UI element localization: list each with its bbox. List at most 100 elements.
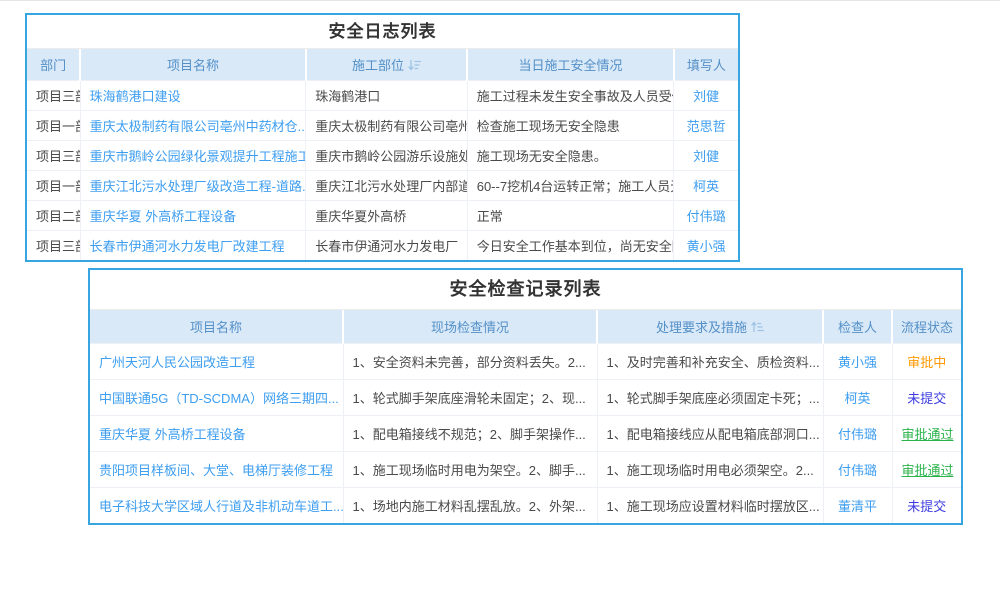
col-header-situation: 当日施工安全情况	[467, 49, 674, 81]
location-cell: 重庆太极制药有限公司亳州...	[306, 111, 467, 141]
safety-inspection-title: 安全检查记录列表	[90, 270, 961, 310]
measures-cell: 1、施工现场临时用电必须架空。2...	[597, 452, 823, 488]
inspector-cell: 柯英	[823, 380, 892, 416]
inspector-cell: 董清平	[823, 488, 892, 524]
situation-cell: 60--7挖机4台运转正常；施工人员无违...	[467, 171, 674, 201]
status-badge: 未提交	[907, 499, 946, 514]
project-link[interactable]: 珠海鹤港口建设	[90, 89, 181, 104]
col-header-project-name: 项目名称	[90, 310, 343, 344]
log-table-row: 项目三部 珠海鹤港口建设 珠海鹤港口 施工过程未发生安全事故及人员受伤情况 刘健	[27, 81, 738, 111]
filler-link[interactable]: 柯英	[693, 179, 719, 194]
location-cell: 重庆华夏外高桥	[306, 201, 467, 231]
col-header-status: 流程状态	[892, 310, 961, 344]
safety-inspection-panel: 安全检查记录列表 项目名称 现场检查情况 处理要求及措施 检查人 流程状态 广州…	[88, 268, 963, 525]
project-name-cell: 中国联通5G（TD-SCDMA）网络三期四...	[90, 380, 343, 416]
log-table-row: 项目一部 重庆江北污水处理厂级改造工程-道路... 重庆江北污水处理厂内部道路 …	[27, 171, 738, 201]
site-check-cell: 1、安全资料未完善，部分资料丢失。2...	[343, 344, 597, 380]
filler-link[interactable]: 付伟璐	[687, 209, 726, 224]
location-cell: 重庆江北污水处理厂内部道路	[306, 171, 467, 201]
situation-cell: 正常	[467, 201, 674, 231]
site-check-cell: 1、场地内施工材料乱摆乱放。2、外架...	[343, 488, 597, 524]
inspector-link[interactable]: 付伟璐	[838, 463, 877, 478]
col-header-site-check: 现场检查情况	[343, 310, 597, 344]
log-table-row: 项目一部 重庆太极制药有限公司亳州中药材仓... 重庆太极制药有限公司亳州...…	[27, 111, 738, 141]
safety-log-table: 部门 项目名称 施工部位 当日施工安全情况 填写人 项目三部 珠海鹤港口建设 珠…	[27, 49, 738, 260]
inspector-link[interactable]: 柯英	[844, 391, 870, 406]
project-name-cell: 重庆太极制药有限公司亳州中药材仓...	[80, 111, 306, 141]
filler-cell: 刘健	[674, 81, 738, 111]
log-table-row: 项目二部 重庆华夏 外高桥工程设备 重庆华夏外高桥 正常 付伟璐	[27, 201, 738, 231]
status-cell: 审批中	[892, 344, 961, 380]
situation-cell: 检查施工现场无安全隐患	[467, 111, 674, 141]
project-link[interactable]: 广州天河人民公园改造工程	[99, 355, 255, 370]
log-header-row: 部门 项目名称 施工部位 当日施工安全情况 填写人	[27, 49, 738, 81]
dept-cell: 项目三部	[27, 141, 80, 171]
dept-cell: 项目三部	[27, 231, 80, 261]
project-link[interactable]: 电子科技大学区域人行道及非机动车道工...	[99, 499, 343, 514]
inspector-cell: 黄小强	[823, 344, 892, 380]
sort-descending-icon[interactable]	[408, 59, 421, 71]
project-link[interactable]: 重庆市鹅岭公园绿化景观提升工程施工	[90, 149, 306, 164]
safety-log-panel: 安全日志列表 部门 项目名称 施工部位 当日施工安全情况 填写人 项目三部 珠海…	[25, 13, 740, 262]
measures-cell: 1、配电箱接线应从配电箱底部洞口...	[597, 416, 823, 452]
col-header-dept: 部门	[27, 49, 80, 81]
inspector-cell: 付伟璐	[823, 452, 892, 488]
project-name-cell: 重庆市鹅岭公园绿化景观提升工程施工	[80, 141, 306, 171]
site-check-cell: 1、施工现场临时用电为架空。2、脚手...	[343, 452, 597, 488]
site-check-cell: 1、轮式脚手架底座滑轮未固定；2、现...	[343, 380, 597, 416]
project-name-cell: 广州天河人民公园改造工程	[90, 344, 343, 380]
inspection-table-row: 重庆华夏 外高桥工程设备 1、配电箱接线不规范；2、脚手架操作... 1、配电箱…	[90, 416, 961, 452]
inspection-table-body: 广州天河人民公园改造工程 1、安全资料未完善，部分资料丢失。2... 1、及时完…	[90, 344, 961, 524]
filler-link[interactable]: 刘健	[693, 149, 719, 164]
col-header-project: 项目名称	[80, 49, 306, 81]
sort-ascending-icon[interactable]	[751, 321, 764, 333]
status-badge[interactable]: 审批通过	[902, 463, 954, 478]
filler-link[interactable]: 黄小强	[687, 239, 726, 254]
location-cell: 重庆市鹅岭公园游乐设施处	[306, 141, 467, 171]
project-name-cell: 长春市伊通河水力发电厂改建工程	[80, 231, 306, 261]
filler-cell: 柯英	[674, 171, 738, 201]
measures-cell: 1、轮式脚手架底座必须固定卡死；...	[597, 380, 823, 416]
project-link[interactable]: 长春市伊通河水力发电厂改建工程	[90, 239, 285, 254]
inspector-cell: 付伟璐	[823, 416, 892, 452]
project-link[interactable]: 重庆华夏 外高桥工程设备	[99, 427, 246, 442]
project-name-cell: 电子科技大学区域人行道及非机动车道工...	[90, 488, 343, 524]
page-top-divider	[0, 0, 1000, 1]
inspector-link[interactable]: 董清平	[838, 499, 877, 514]
inspector-link[interactable]: 付伟璐	[838, 427, 877, 442]
project-link[interactable]: 重庆太极制药有限公司亳州中药材仓...	[90, 119, 306, 134]
filler-link[interactable]: 刘健	[693, 89, 719, 104]
project-name-cell: 重庆华夏 外高桥工程设备	[80, 201, 306, 231]
project-link[interactable]: 中国联通5G（TD-SCDMA）网络三期四...	[99, 391, 339, 406]
location-cell: 长春市伊通河水力发电厂	[306, 231, 467, 261]
status-badge[interactable]: 审批通过	[902, 427, 954, 442]
col-header-measures: 处理要求及措施	[597, 310, 823, 344]
project-name-cell: 重庆华夏 外高桥工程设备	[90, 416, 343, 452]
filler-cell: 付伟璐	[674, 201, 738, 231]
log-table-row: 项目三部 长春市伊通河水力发电厂改建工程 长春市伊通河水力发电厂 今日安全工作基…	[27, 231, 738, 261]
situation-cell: 施工现场无安全隐患。	[467, 141, 674, 171]
status-badge: 审批中	[907, 355, 946, 370]
safety-log-title: 安全日志列表	[27, 15, 738, 49]
project-link[interactable]: 重庆江北污水处理厂级改造工程-道路...	[90, 179, 306, 194]
filler-link[interactable]: 范思哲	[687, 119, 726, 134]
status-cell: 审批通过	[892, 416, 961, 452]
dept-cell: 项目二部	[27, 201, 80, 231]
filler-cell: 黄小强	[674, 231, 738, 261]
project-name-cell: 贵阳项目样板间、大堂、电梯厅装修工程	[90, 452, 343, 488]
status-cell: 审批通过	[892, 452, 961, 488]
inspection-table-row: 中国联通5G（TD-SCDMA）网络三期四... 1、轮式脚手架底座滑轮未固定；…	[90, 380, 961, 416]
status-badge: 未提交	[907, 391, 946, 406]
inspector-link[interactable]: 黄小强	[838, 355, 877, 370]
col-header-location: 施工部位	[306, 49, 467, 81]
project-name-cell: 重庆江北污水处理厂级改造工程-道路...	[80, 171, 306, 201]
filler-cell: 刘健	[674, 141, 738, 171]
safety-inspection-table: 项目名称 现场检查情况 处理要求及措施 检查人 流程状态 广州天河人民公园改造工…	[90, 310, 961, 523]
project-name-cell: 珠海鹤港口建设	[80, 81, 306, 111]
inspection-table-row: 广州天河人民公园改造工程 1、安全资料未完善，部分资料丢失。2... 1、及时完…	[90, 344, 961, 380]
inspection-table-row: 贵阳项目样板间、大堂、电梯厅装修工程 1、施工现场临时用电为架空。2、脚手...…	[90, 452, 961, 488]
location-cell: 珠海鹤港口	[306, 81, 467, 111]
project-link[interactable]: 贵阳项目样板间、大堂、电梯厅装修工程	[99, 463, 333, 478]
col-header-filler: 填写人	[674, 49, 738, 81]
project-link[interactable]: 重庆华夏 外高桥工程设备	[90, 209, 237, 224]
